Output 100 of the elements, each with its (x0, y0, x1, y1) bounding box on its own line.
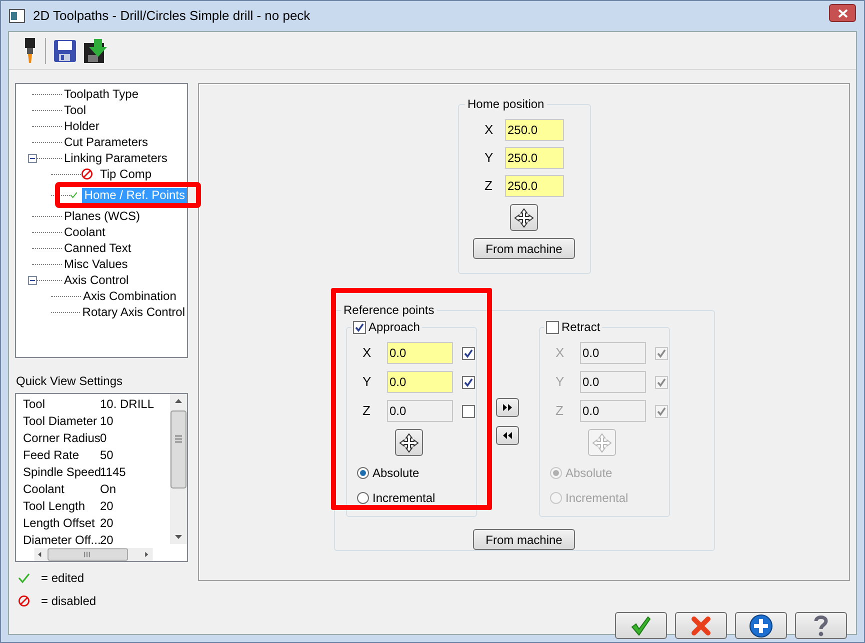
tree-item[interactable]: Cut Parameters (62, 134, 150, 150)
axis-label: Z (362, 402, 372, 420)
axis-label: Y (484, 149, 494, 168)
setting-name: Corner Radius (23, 430, 100, 446)
checkbox[interactable] (352, 320, 366, 334)
checkmark-icon (18, 572, 30, 584)
tree-item[interactable]: Canned Text (62, 240, 134, 256)
tree-item[interactable]: Tool (62, 102, 88, 118)
axis-label: Y (556, 373, 566, 392)
tree-item[interactable]: Linking Parameters (62, 150, 170, 166)
window-title: 2D Toolpaths - Drill/Circles Simple drill - no peck (33, 7, 310, 26)
setting-value: 20 (100, 498, 114, 514)
save-icon[interactable] (54, 40, 76, 62)
setting-value: 10 (100, 412, 114, 430)
setting-value: 20 (100, 514, 114, 532)
setting-name: Tool (23, 396, 46, 412)
setting-value: 0 (100, 430, 107, 446)
close-icon (838, 8, 848, 18)
copy-left-button[interactable] (496, 426, 519, 445)
tree-item[interactable]: Planes (WCS) (62, 208, 142, 224)
setting-name: Length Offset (23, 514, 96, 532)
fast-forward-icon (503, 404, 512, 411)
cancel-button[interactable] (675, 612, 727, 639)
drill-tool-icon[interactable] (23, 38, 37, 64)
copy-right-button[interactable] (496, 398, 519, 417)
setting-value: 50 (100, 446, 114, 464)
setting-name: Spindle Speed (23, 464, 100, 480)
coordinate-field[interactable]: 0.0 (580, 400, 646, 422)
four-way-arrow-icon (514, 208, 534, 228)
setting-name: Feed Rate (23, 446, 80, 464)
setting-value: 20 (100, 532, 114, 548)
tree-item[interactable]: Toolpath Type (62, 86, 141, 102)
coordinate-field[interactable]: 0.0 (580, 371, 646, 393)
tree-item[interactable]: Holder (62, 118, 102, 134)
collapse-toggle[interactable] (28, 276, 37, 284)
checkbox[interactable] (654, 346, 668, 360)
coordinate-field[interactable]: 0.0 (386, 371, 452, 393)
group-title: Home position (464, 97, 548, 111)
from-machine-button[interactable]: From machine (473, 238, 575, 259)
checkbox[interactable] (654, 404, 668, 418)
ok-button[interactable] (615, 612, 667, 639)
four-way-arrow-icon (592, 432, 612, 452)
tree-item[interactable]: Coolant (62, 224, 108, 240)
setting-name: Tool Diameter (23, 412, 98, 430)
collapse-toggle[interactable] (28, 154, 37, 162)
setting-name: Coolant (23, 480, 66, 498)
coordinate-field[interactable]: 250.0 (504, 119, 564, 141)
question-mark-icon (813, 614, 829, 636)
prohibited-icon (81, 168, 93, 180)
checkbox[interactable] (546, 320, 558, 334)
axis-label: Y (362, 373, 372, 392)
radio-label[interactable]: Incremental (372, 489, 436, 507)
add-button[interactable] (735, 612, 787, 639)
legend-text: = edited (41, 570, 84, 587)
axis-label: X (556, 344, 566, 362)
checkmark-icon (631, 616, 651, 636)
coordinate-field[interactable]: 0.0 (386, 400, 452, 422)
legend-text: = disabled (41, 593, 96, 610)
tree-item[interactable]: Tip Comp (98, 166, 154, 182)
radio-button[interactable] (356, 492, 368, 504)
four-way-arrow-icon (399, 432, 419, 452)
vertical-scrollbar[interactable] (170, 394, 187, 544)
setting-name: Diameter Off... (23, 532, 100, 548)
setting-value: 10. DRILL (100, 396, 154, 412)
radio-label[interactable]: Absolute (372, 464, 420, 482)
close-icon (691, 616, 711, 636)
prohibited-icon (18, 595, 30, 607)
coordinate-field[interactable]: 0.0 (580, 342, 646, 364)
help-button[interactable] (795, 612, 847, 639)
checkbox[interactable] (462, 404, 474, 418)
radio-button[interactable] (550, 492, 562, 504)
rewind-icon (503, 432, 512, 439)
from-machine-button[interactable]: From machine (473, 529, 575, 550)
tree-item[interactable]: Rotary Axis Control (80, 304, 187, 320)
tree-item[interactable]: Axis Control (62, 272, 131, 288)
window-icon (9, 9, 25, 23)
save-download-icon[interactable] (84, 38, 108, 62)
tree-item[interactable]: Misc Values (62, 256, 130, 272)
quick-view-title: Quick View Settings (16, 373, 124, 390)
radio-button[interactable] (550, 467, 562, 479)
axis-label: X (362, 344, 372, 362)
move-button[interactable] (510, 204, 538, 231)
move-button[interactable] (395, 429, 423, 456)
checkbox[interactable] (462, 376, 474, 388)
setting-name: Tool Length (23, 498, 86, 514)
axis-label: Z (484, 177, 494, 196)
group-title: Reference points (340, 303, 438, 317)
coordinate-field[interactable]: 250.0 (504, 147, 564, 169)
checkbox[interactable] (654, 376, 668, 388)
tree-item[interactable]: Axis Combination (81, 288, 178, 304)
checkbox[interactable] (462, 346, 474, 360)
plus-icon (749, 614, 773, 638)
axis-label: X (484, 121, 494, 140)
radio-button[interactable] (356, 467, 368, 479)
setting-value: On (100, 480, 116, 498)
coordinate-field[interactable]: 250.0 (504, 175, 564, 197)
coordinate-field[interactable]: 0.0 (386, 342, 452, 364)
close-button[interactable] (829, 4, 856, 22)
axis-label: Z (556, 402, 564, 420)
setting-value: 1145 (100, 464, 126, 480)
